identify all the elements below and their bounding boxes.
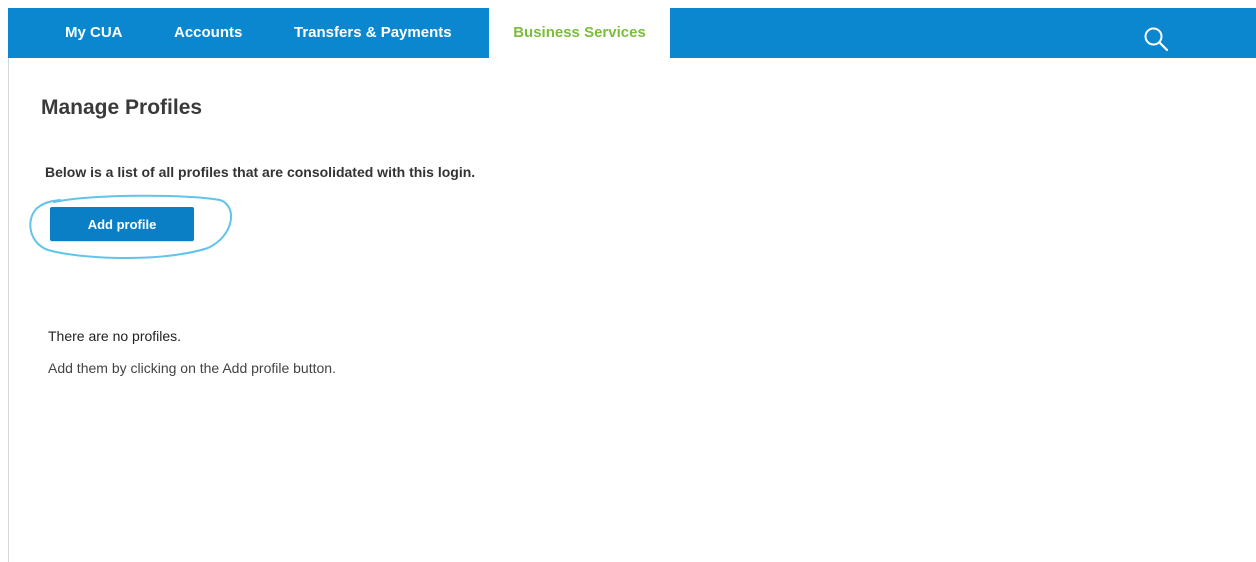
empty-state-message: Add them by clicking on the Add profile …	[48, 360, 336, 376]
search-icon[interactable]	[1142, 25, 1170, 53]
add-profile-button[interactable]: Add profile	[50, 207, 194, 241]
nav-item-business-services[interactable]: Business Services	[489, 8, 670, 58]
page-title: Manage Profiles	[41, 96, 203, 119]
top-navigation: My CUA Accounts Transfers & Payments Bus…	[8, 8, 1256, 58]
nav-item-my-cua[interactable]: My CUA	[65, 8, 123, 58]
nav-item-accounts[interactable]: Accounts	[174, 8, 242, 58]
left-border	[8, 58, 9, 562]
intro-text: Below is a list of all profiles that are…	[45, 164, 476, 180]
nav-item-transfers-payments[interactable]: Transfers & Payments	[294, 8, 452, 58]
empty-state-title: There are no profiles.	[48, 328, 182, 344]
page-frame	[8, 8, 1256, 562]
